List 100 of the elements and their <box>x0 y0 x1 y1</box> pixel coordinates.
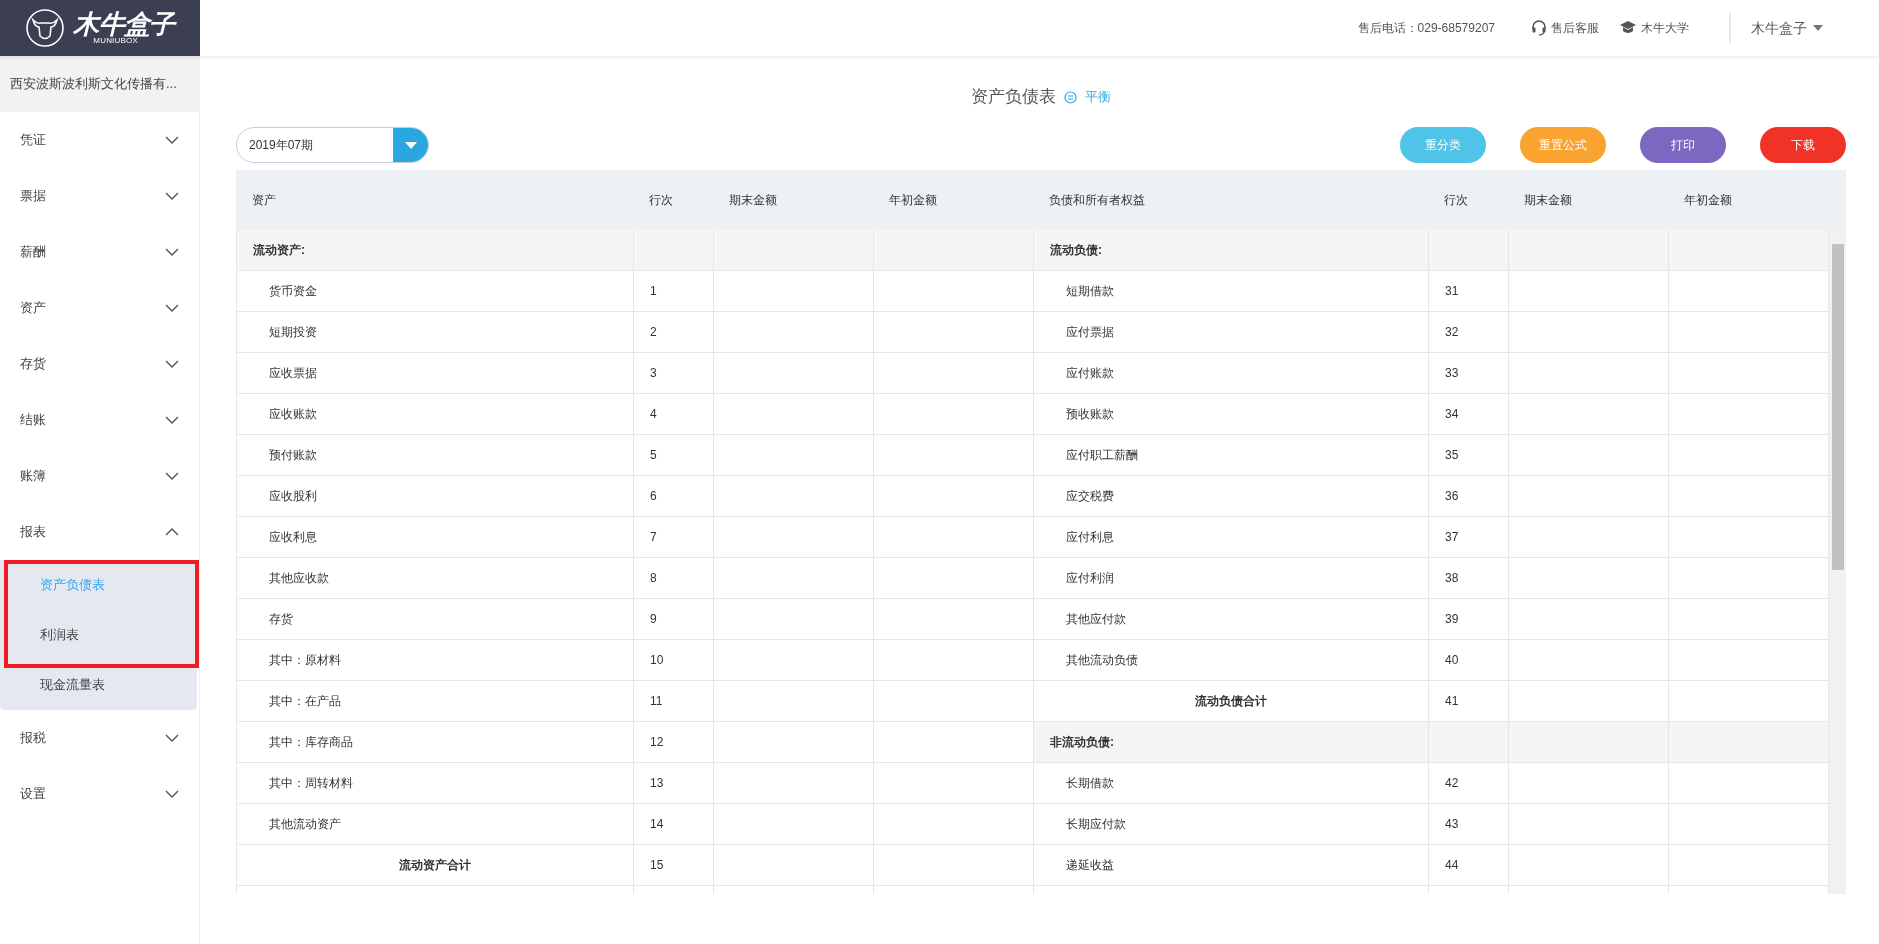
table-cell: 其他流动资产 <box>237 804 634 844</box>
table-cell: 31 <box>1429 271 1509 311</box>
chevron-down-icon <box>165 248 179 256</box>
table-cell: 存货 <box>237 599 634 639</box>
column-header: 年初金额 <box>888 192 938 209</box>
sidebar-item[interactable]: 票据 <box>0 168 199 224</box>
table-cell: 应收账款 <box>237 394 634 434</box>
table-cell: 递延收益 <box>1034 845 1429 885</box>
table-cell: 预付账款 <box>237 435 634 475</box>
table-cell: 其中：原材料 <box>237 640 634 680</box>
table-cell: 其他应付款 <box>1034 599 1429 639</box>
table-cell: 40 <box>1429 640 1509 680</box>
table-cell: 37 <box>1429 517 1509 557</box>
sidebar-item[interactable]: 薪酬 <box>0 224 199 280</box>
table-cell: 13 <box>634 763 714 803</box>
table-cell: 应付账款 <box>1034 353 1429 393</box>
table-cell: 11 <box>634 681 714 721</box>
submenu-item[interactable]: 现金流量表 <box>0 660 197 710</box>
table-cell: 短期投资 <box>237 312 634 352</box>
chevron-down-icon <box>165 416 179 424</box>
bull-head-icon <box>25 8 66 48</box>
table-cell: 4 <box>634 394 714 434</box>
table-cell: 34 <box>1429 394 1509 434</box>
column-header: 行次 <box>1443 192 1469 209</box>
chevron-down-icon <box>165 192 179 200</box>
table-cell: 3 <box>634 353 714 393</box>
table-cell: 39 <box>1429 599 1509 639</box>
table-cell: 其中：库存商品 <box>237 722 634 762</box>
sidebar-item[interactable]: 账簿 <box>0 448 199 504</box>
table-cell: 货币资金 <box>237 271 634 311</box>
scrollbar[interactable] <box>1829 230 1846 894</box>
column-header: 期末金额 <box>1523 192 1573 209</box>
column-header: 负债和所有者权益 <box>1048 192 1146 209</box>
page-title: 资产负债表 <box>971 86 1056 109</box>
sidebar-item[interactable]: 结账 <box>0 392 199 448</box>
academy-link[interactable]: 木牛大学 <box>1619 19 1689 37</box>
table-cell: 应收票据 <box>237 353 634 393</box>
table-cell: 长期应付款 <box>1034 804 1429 844</box>
table-cell: 33 <box>1429 353 1509 393</box>
table-cell: 长期借款 <box>1034 763 1429 803</box>
logo-subtitle: MUNIUBOX <box>93 37 138 45</box>
balance-status: 平衡 <box>1085 88 1111 107</box>
balance-icon <box>1064 90 1077 104</box>
table-cell: 35 <box>1429 435 1509 475</box>
column-header: 资产 <box>251 192 277 209</box>
table-cell: 预收账款 <box>1034 394 1429 434</box>
table-cell: 其他应收款 <box>237 558 634 598</box>
logo[interactable]: 木牛盒子 MUNIUBOX <box>0 0 200 56</box>
table-cell: 其中：周转材料 <box>237 763 634 803</box>
table-cell: 短期借款 <box>1034 271 1429 311</box>
company-name: 西安波斯波利斯文化传播有... <box>0 56 199 112</box>
sidebar-item[interactable]: 设置 <box>0 766 199 822</box>
caret-icon <box>1813 25 1823 31</box>
submenu-item[interactable]: 利润表 <box>0 610 197 660</box>
caret-icon <box>404 141 417 149</box>
table-cell: 6 <box>634 476 714 516</box>
sidebar-item[interactable]: 存货 <box>0 336 199 392</box>
action-button[interactable]: 打印 <box>1640 127 1726 163</box>
table-cell: 42 <box>1429 763 1509 803</box>
table-cell: 流动资产合计 <box>237 845 634 885</box>
table-cell: 44 <box>1429 845 1509 885</box>
table-cell: 36 <box>1429 476 1509 516</box>
table-cell: 流动资产: <box>237 230 634 270</box>
table-cell: 应付利润 <box>1034 558 1429 598</box>
table-cell: 其他流动负债 <box>1034 640 1429 680</box>
table-cell: 12 <box>634 722 714 762</box>
chevron-down-icon <box>165 136 179 144</box>
table-cell: 9 <box>634 599 714 639</box>
graduation-cap-icon <box>1619 20 1637 36</box>
user-menu[interactable]: 木牛盒子 <box>1751 17 1823 39</box>
table-cell: 32 <box>1429 312 1509 352</box>
chevron-down-icon <box>165 734 179 742</box>
chevron-up-icon <box>165 528 179 536</box>
table-cell: 其中：在产品 <box>237 681 634 721</box>
headset-icon <box>1531 20 1547 36</box>
table-cell: 15 <box>634 845 714 885</box>
table-cell: 非流动负债: <box>1034 722 1429 762</box>
chevron-down-icon <box>165 472 179 480</box>
logo-text: 木牛盒子 <box>73 11 175 37</box>
sidebar-item[interactable]: 报表 <box>0 504 199 560</box>
table-cell: 43 <box>1429 804 1509 844</box>
table-cell: 应付利息 <box>1034 517 1429 557</box>
table-cell: 应付职工薪酬 <box>1034 435 1429 475</box>
column-header: 行次 <box>648 192 674 209</box>
table-cell: 1 <box>634 271 714 311</box>
support-link[interactable]: 售后客服 <box>1531 19 1599 37</box>
sidebar-item[interactable]: 凭证 <box>0 112 199 168</box>
table-cell: 14 <box>634 804 714 844</box>
table-cell: 41 <box>1429 681 1509 721</box>
phone-text: 售后电话：029-68579207 <box>1357 20 1495 37</box>
table-cell: 7 <box>634 517 714 557</box>
sidebar-item[interactable]: 报税 <box>0 710 199 766</box>
table-cell: 应交税费 <box>1034 476 1429 516</box>
table-cell: 流动负债: <box>1034 230 1429 270</box>
action-button[interactable]: 下载 <box>1760 127 1846 163</box>
chevron-down-icon <box>165 360 179 368</box>
table-cell: 应收股利 <box>237 476 634 516</box>
table-cell: 应收利息 <box>237 517 634 557</box>
table-cell: 流动负债合计 <box>1034 681 1429 721</box>
sidebar-item[interactable]: 资产 <box>0 280 199 336</box>
